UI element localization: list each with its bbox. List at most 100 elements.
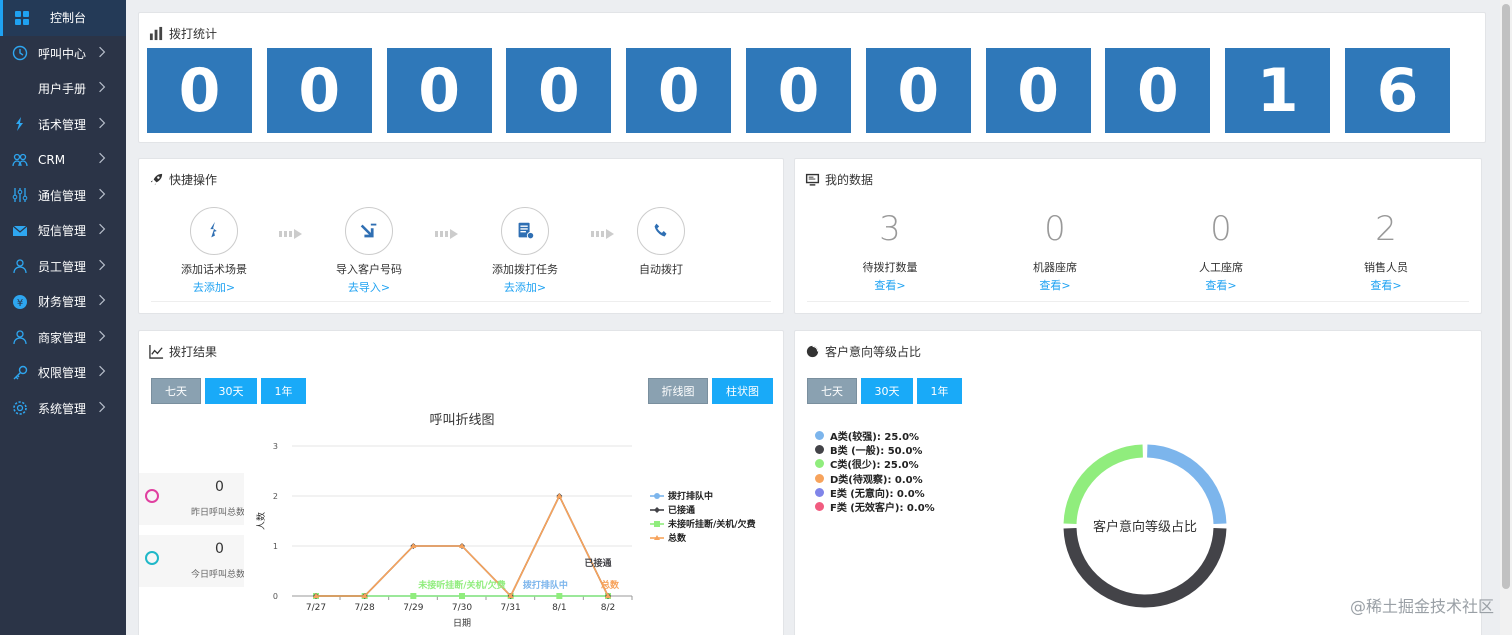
bar-chart-button[interactable]: 柱状图 [712,378,773,404]
view-link[interactable]: 查看> [1161,277,1281,293]
add-scene-link[interactable]: 去添加> [154,279,274,295]
sidebar-item-menu[interactable]: 短信管理 [0,213,126,249]
human-seat-stat: 0 人工座席 查看> [1161,209,1281,293]
chevron-right-icon [98,259,112,274]
quick-ops-title-text: 快捷操作 [169,171,217,188]
divider [151,301,771,302]
view-link[interactable]: 查看> [830,277,950,293]
gear-icon [12,400,28,416]
sidebar-item-menu[interactable]: 通信管理 [0,178,126,214]
clock-icon [12,45,28,61]
stat-digit: 6 [1345,48,1450,133]
series-annotation: 已接通 [584,557,611,569]
add-task-link[interactable]: 去添加> [465,279,585,295]
chevron-right-icon [98,81,112,96]
range-30d-button[interactable]: 30天 [205,378,257,404]
legend-label: C类(很少): 25.0% [830,456,919,471]
sidebar-item-menu[interactable]: CRM [0,142,126,178]
stat-label: 机器座席 [995,259,1115,275]
scrollbar-thumb[interactable] [1502,4,1510,589]
dial-result-title: 拨打结果 [149,343,217,360]
sales-staff-stat: 2 销售人员 查看> [1326,209,1446,293]
stat-value: 3 [830,209,950,249]
pie-legend-item[interactable]: F类 (无效客户): 0.0% [815,499,935,514]
stat-digit: 0 [387,48,492,133]
view-link[interactable]: 查看> [1326,277,1446,293]
legend-label: 拨打排队中 [668,490,713,502]
view-link[interactable]: 查看> [995,277,1115,293]
series-annotation: 未接听挂断/关机/欠费 [417,579,506,591]
quick-ops-title: 快捷操作 [149,171,217,188]
pie-legend-item[interactable]: B类 (一般): 50.0% [815,442,922,457]
monitor-icon [805,172,820,187]
legend-dot-icon [815,502,824,511]
import-customer-numbers[interactable]: 导入客户号码 去导入> [309,207,429,295]
pie-legend-item[interactable]: A类(较强): 25.0% [815,428,919,443]
stat-digit: 1 [1225,48,1330,133]
quick-op-label: 导入客户号码 [309,261,429,277]
sidebar-item-menu[interactable]: ¥财务管理 [0,284,126,320]
bar-chart-icon [149,26,164,41]
pie-legend-item[interactable]: E类 (无意向): 0.0% [815,485,925,500]
sidebar-item-label: 用户手册 [38,80,98,97]
sidebar-item-menu[interactable]: 话术管理 [0,107,126,143]
sidebar-item-menu[interactable]: 员工管理 [0,249,126,285]
legend-dot-icon [815,474,824,483]
dial-stats-panel: 拨打统计 00000000016 [138,12,1486,143]
data-point [410,593,416,599]
dial-result-title-text: 拨打结果 [169,343,217,360]
sidebar-item-dashboard[interactable]: 控制台 [0,0,126,36]
phone-icon [637,207,685,255]
add-dial-task[interactable]: 添加拨打任务 去添加> [465,207,585,295]
pie-center-label: 客户意向等级占比 [1093,519,1197,535]
legend-label: E类 (无意向): 0.0% [830,485,925,500]
chevron-right-icon [98,152,112,167]
pie-legend-item[interactable]: D类(待观察): 0.0% [815,471,923,486]
intent-panel: 客户意向等级占比 七天 30天 1年 A类(较强): 25.0%B类 (一般):… [794,330,1482,635]
dial-stats-title: 拨打统计 [149,25,217,42]
step-arrow-icon [435,229,459,239]
sidebar-item-menu[interactable]: 系统管理 [0,391,126,427]
data-point [556,593,562,599]
stat-value: 0 [1161,209,1281,249]
sidebar-item-label: 通信管理 [38,187,98,204]
legend-label: 已接通 [668,504,695,516]
mini-value: 0 [215,479,224,495]
vertical-scrollbar[interactable] [1500,0,1512,635]
pie-chart-icon [805,344,820,359]
sidebar-item-menu[interactable]: 商家管理 [0,320,126,356]
sidebar-item-menu[interactable]: 用户手册 [0,71,126,107]
range-1y-button[interactable]: 1年 [261,378,306,404]
dial-stats-title-text: 拨打统计 [169,25,217,42]
status-ring-icon [145,489,159,503]
watermark: @稀土掘金技术社区 [1350,593,1494,617]
add-script-scene[interactable]: 添加话术场景 去添加> [154,207,274,295]
range-7d-button[interactable]: 七天 [151,378,201,404]
stat-value: 0 [995,209,1115,249]
x-tick-label: 8/1 [552,603,566,613]
y-axis-label: 人数 [255,512,267,530]
legend-dot-icon [815,431,824,440]
sidebar-item-menu[interactable]: 呼叫中心 [0,36,126,72]
sidebar-item-menu[interactable]: 权限管理 [0,355,126,391]
legend-dot-icon [815,445,824,454]
today-calls-card: 0 今日呼叫总数 [139,535,244,587]
legend-label: F类 (无效客户): 0.0% [830,499,935,514]
intent-range-30d-button[interactable]: 30天 [861,378,913,404]
import-link[interactable]: 去导入> [309,279,429,295]
key-icon [12,365,28,381]
call-line-chart: 呼叫折线图01237/277/287/297/307/318/18/2日期人数已… [247,406,777,635]
line-chart-button[interactable]: 折线图 [648,378,708,404]
dashboard-icon [14,10,30,26]
user-icon [12,258,28,274]
chevron-right-icon [98,330,112,345]
chevron-right-icon [98,294,112,309]
auto-dial[interactable]: 自动拨打 [601,207,721,277]
legend-marker [654,507,660,513]
stat-digit: 0 [986,48,1091,133]
intent-range-1y-button[interactable]: 1年 [917,378,962,404]
sidebar-item-label: 系统管理 [38,400,98,417]
intent-range-7d-button[interactable]: 七天 [807,378,857,404]
x-tick-label: 7/31 [501,603,521,613]
pie-legend-item[interactable]: C类(很少): 25.0% [815,456,919,471]
